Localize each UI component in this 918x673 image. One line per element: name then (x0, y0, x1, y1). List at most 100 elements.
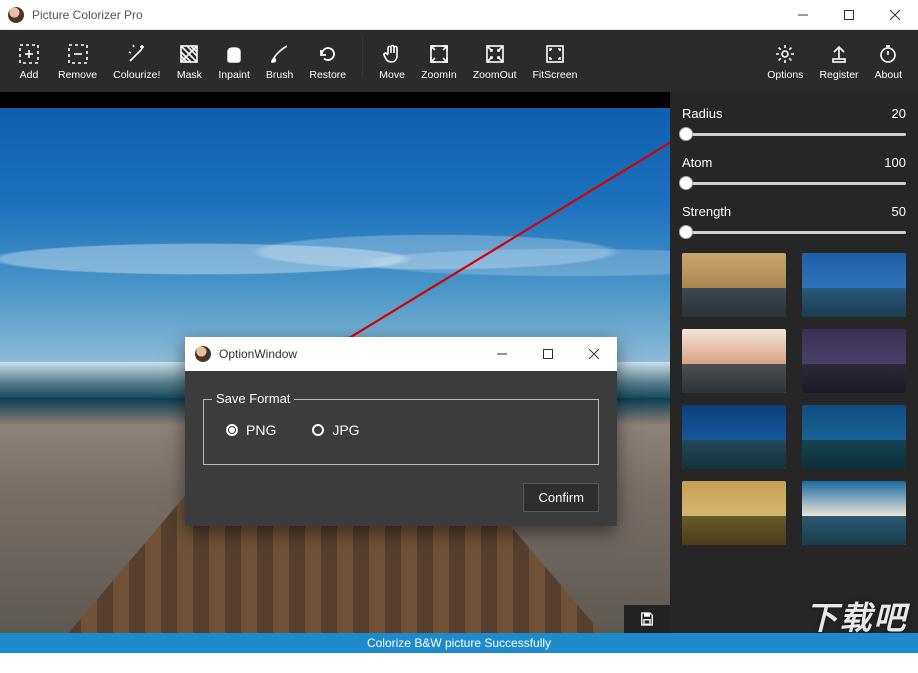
slider-strength-value: 50 (892, 204, 906, 219)
hand-icon (379, 41, 405, 67)
tool-restore[interactable]: Restore (303, 37, 352, 85)
radio-jpg-label: JPG (332, 422, 359, 438)
slider-thumb[interactable] (679, 176, 693, 190)
preset-item[interactable] (802, 329, 906, 393)
preset-item[interactable] (682, 253, 786, 317)
tool-mask[interactable]: Mask (170, 37, 208, 85)
slider-thumb[interactable] (679, 127, 693, 141)
dialog-app-icon (195, 346, 211, 362)
canvas-area[interactable]: OptionWindow Save Format PNG JPG (0, 92, 670, 653)
preset-grid (682, 253, 906, 545)
stopwatch-icon (875, 41, 901, 67)
tool-brush-label: Brush (266, 69, 293, 81)
zoom-out-icon (482, 41, 508, 67)
tool-inpaint[interactable]: Inpaint (212, 37, 256, 85)
dialog-close-button[interactable] (571, 337, 617, 371)
radio-png[interactable]: PNG (226, 422, 276, 438)
titlebar: Picture Colorizer Pro (0, 0, 918, 30)
fit-screen-icon (542, 41, 568, 67)
tool-brush[interactable]: Brush (260, 37, 299, 85)
remove-icon (65, 41, 91, 67)
maximize-icon (543, 349, 553, 359)
tool-zoomin[interactable]: ZoomIn (415, 37, 463, 85)
watermark-text: 下载吧 (806, 600, 908, 636)
side-panel: Radius 20 Atom 100 Strength 50 (670, 92, 918, 653)
tool-fitscreen-label: FitScreen (533, 69, 578, 81)
dialog-body: Save Format PNG JPG Confirm (185, 371, 617, 526)
radio-jpg-dot (312, 424, 324, 436)
close-button[interactable] (872, 0, 918, 30)
minimize-button[interactable] (780, 0, 826, 30)
undo-icon (315, 41, 341, 67)
dialog-titlebar[interactable]: OptionWindow (185, 337, 617, 371)
save-icon (638, 610, 656, 628)
minimize-icon (497, 349, 507, 359)
preset-item[interactable] (682, 329, 786, 393)
slider-strength-label: Strength (682, 204, 731, 219)
tool-zoomout[interactable]: ZoomOut (467, 37, 523, 85)
eraser-icon (221, 41, 247, 67)
slider-thumb[interactable] (679, 225, 693, 239)
save-format-fieldset: Save Format PNG JPG (203, 399, 599, 465)
tool-remove-label: Remove (58, 69, 97, 81)
dialog-maximize-button[interactable] (525, 337, 571, 371)
tool-options-label: Options (767, 69, 803, 81)
slider-atom-label: Atom (682, 155, 712, 170)
tool-move-label: Move (379, 69, 405, 81)
preset-item[interactable] (802, 253, 906, 317)
tool-register-label: Register (819, 69, 858, 81)
app-icon (8, 7, 24, 23)
wand-icon (124, 41, 150, 67)
maximize-icon (844, 10, 854, 20)
slider-radius: Radius 20 (682, 106, 906, 141)
tool-options[interactable]: Options (761, 37, 809, 85)
slider-atom: Atom 100 (682, 155, 906, 190)
tool-move[interactable]: Move (373, 37, 411, 85)
tool-colourize[interactable]: Colourize! (107, 37, 166, 85)
brush-icon (267, 41, 293, 67)
maximize-button[interactable] (826, 0, 872, 30)
mask-icon (176, 41, 202, 67)
tool-register[interactable]: Register (813, 37, 864, 85)
tool-about-label: About (875, 69, 902, 81)
tool-add[interactable]: Add (10, 37, 48, 85)
save-format-legend: Save Format (212, 391, 294, 406)
close-icon (589, 349, 599, 359)
slider-atom-value: 100 (884, 155, 906, 170)
status-message: Colorize B&W picture Successfully (367, 636, 551, 650)
preset-item[interactable] (802, 405, 906, 469)
slider-strength-track[interactable] (682, 225, 906, 239)
slider-radius-value: 20 (892, 106, 906, 121)
slider-radius-track[interactable] (682, 127, 906, 141)
add-icon (16, 41, 42, 67)
window-controls (780, 0, 918, 30)
slider-atom-track[interactable] (682, 176, 906, 190)
app-title: Picture Colorizer Pro (32, 8, 780, 22)
tool-mask-label: Mask (177, 69, 202, 81)
save-button[interactable] (624, 605, 670, 633)
tool-fitscreen[interactable]: FitScreen (527, 37, 584, 85)
minimize-icon (798, 10, 808, 20)
tool-colourize-label: Colourize! (113, 69, 160, 81)
main-area: OptionWindow Save Format PNG JPG (0, 92, 918, 653)
slider-strength: Strength 50 (682, 204, 906, 239)
radio-png-dot (226, 424, 238, 436)
radio-png-label: PNG (246, 422, 276, 438)
options-dialog: OptionWindow Save Format PNG JPG (185, 337, 617, 526)
dialog-minimize-button[interactable] (479, 337, 525, 371)
preset-item[interactable] (682, 481, 786, 545)
radio-jpg[interactable]: JPG (312, 422, 359, 438)
tool-inpaint-label: Inpaint (218, 69, 250, 81)
upload-icon (826, 41, 852, 67)
preset-item[interactable] (802, 481, 906, 545)
tool-remove[interactable]: Remove (52, 37, 103, 85)
tool-about[interactable]: About (869, 37, 908, 85)
tool-zoomout-label: ZoomOut (473, 69, 517, 81)
confirm-button[interactable]: Confirm (523, 483, 599, 512)
tool-add-label: Add (20, 69, 39, 81)
preset-item[interactable] (682, 405, 786, 469)
zoom-in-icon (426, 41, 452, 67)
toolbar: Add Remove Colourize! Mask Inpaint Brush… (0, 30, 918, 92)
close-icon (890, 10, 900, 20)
clouds-decor (0, 224, 670, 294)
